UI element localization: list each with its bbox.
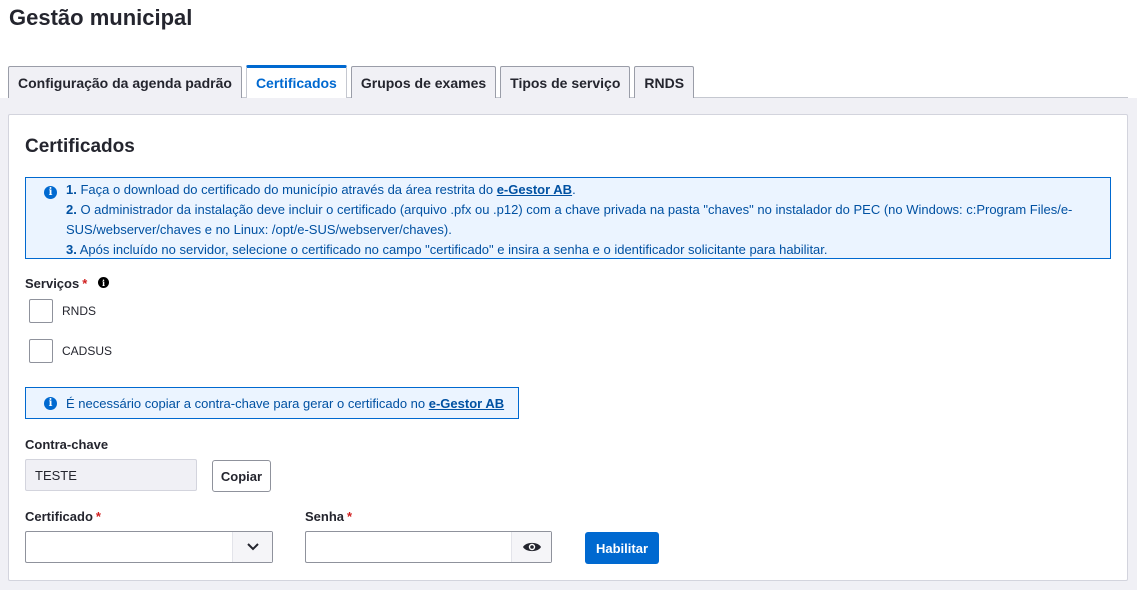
required-marker: *	[95, 509, 101, 524]
show-password-button[interactable]	[511, 532, 551, 562]
senha-label: Senha *	[305, 509, 352, 524]
checkbox-cadsus-label: CADSUS	[62, 344, 113, 358]
contra-chave-alert-text: É necessário copiar a contra-chave para …	[66, 394, 504, 414]
contra-chave-field[interactable]: TESTE	[25, 459, 197, 491]
step-number: 2.	[66, 202, 77, 217]
step-text: O administrador da instalação deve inclu…	[66, 202, 1073, 237]
certificado-label: Certificado *	[25, 509, 101, 524]
tab-configuracao-agenda[interactable]: Configuração da agenda padrão	[8, 66, 242, 98]
servicos-label-text: Serviços	[25, 276, 80, 291]
certificado-label-text: Certificado	[25, 509, 93, 524]
tab-bar: Configuração da agenda padrão Certificad…	[8, 65, 1128, 98]
senha-input[interactable]	[305, 531, 552, 563]
step-text: Faça o download do certificado do municí…	[76, 182, 497, 197]
checkbox-rnds[interactable]	[29, 299, 53, 323]
servicos-label: Serviços *	[25, 276, 87, 291]
chevron-down-icon	[246, 543, 259, 551]
required-marker: *	[82, 276, 88, 291]
checkbox-rnds-label: RNDS	[62, 304, 97, 318]
eye-icon	[522, 542, 541, 552]
contra-chave-label: Contra-chave	[25, 437, 109, 452]
habilitar-button[interactable]: Habilitar	[585, 532, 659, 564]
info-icon: i	[44, 397, 57, 410]
instructions-alert: i 1. Faça o download do certificado do m…	[25, 177, 1111, 259]
step-punct: .	[572, 182, 576, 197]
tab-certificados[interactable]: Certificados	[245, 65, 347, 98]
e-gestor-link[interactable]: e-Gestor AB	[497, 182, 572, 197]
tab-rnds[interactable]: RNDS	[634, 66, 695, 98]
certificados-card: Certificados i 1. Faça o download do cer…	[8, 114, 1128, 581]
certificado-select[interactable]	[25, 531, 273, 563]
copy-button[interactable]: Copiar	[212, 460, 271, 492]
senha-label-text: Senha	[305, 509, 345, 524]
info-icon: i	[44, 186, 57, 199]
tab-grupos-exames[interactable]: Grupos de exames	[350, 66, 497, 98]
page-title: Gestão municipal	[9, 5, 193, 30]
contra-chave-alert: i É necessário copiar a contra-chave par…	[25, 387, 519, 419]
checkbox-cadsus[interactable]	[29, 339, 53, 363]
required-marker: *	[347, 509, 353, 524]
step-number: 1.	[66, 182, 77, 197]
tab-tipos-servico[interactable]: Tipos de serviço	[500, 66, 631, 98]
step-text: Após incluído no servidor, selecione o c…	[76, 242, 828, 257]
instructions-text: 1. Faça o download do certificado do mun…	[66, 180, 1096, 260]
card-title: Certificados	[25, 136, 135, 157]
e-gestor-link[interactable]: e-Gestor AB	[429, 396, 504, 411]
select-toggle[interactable]	[232, 532, 272, 562]
alert-text: É necessário copiar a contra-chave para …	[66, 396, 429, 411]
info-circle-icon[interactable]: i	[98, 277, 109, 288]
step-number: 3.	[66, 242, 77, 257]
